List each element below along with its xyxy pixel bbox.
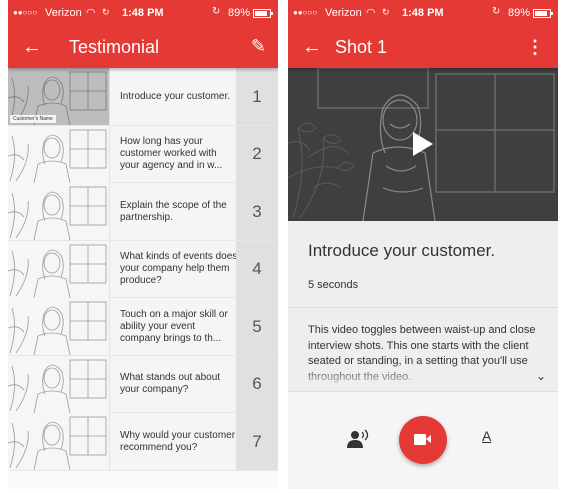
page-title: Testimonial: [69, 37, 160, 57]
sketch-thumbnail-image: [8, 183, 109, 240]
shot-thumbnail: [8, 183, 110, 240]
shot-prompt: How long has your customer worked with y…: [120, 126, 238, 183]
carrier-label: Verizon: [325, 7, 362, 19]
status-bar: ●●○○○ Verizon ◠ ↻ 1:48 PM ↻ 89%: [8, 0, 278, 28]
signal-icon: ●●○○○: [293, 8, 318, 17]
testimonial-screen: ●●○○○ Verizon ◠ ↻ 1:48 PM ↻ 89% ← Testim…: [8, 0, 278, 489]
shot-title: Introduce your customer.: [308, 241, 496, 260]
status-time: 1:48 PM: [122, 7, 164, 19]
shot-prompt: What kinds of events does your company h…: [120, 241, 238, 298]
shot-number: 5: [236, 298, 278, 355]
shot-duration: 5 seconds: [308, 279, 359, 291]
shot-list-item[interactable]: Explain the scope of the partnership. 3: [8, 183, 278, 241]
shot-number: 4: [236, 240, 278, 298]
signal-icon: ●●○○○: [13, 8, 38, 17]
shot-thumbnail: [8, 355, 110, 413]
shot-prompt: Why would your customer recommend you?: [120, 413, 238, 470]
description-fade: [288, 365, 558, 391]
shot-prompt-text: Touch on a major skill or ability your e…: [120, 308, 228, 344]
shot-thumbnail: [8, 125, 110, 183]
shot-prompt: Introduce your customer.: [120, 68, 238, 125]
sketch-thumbnail-image: [8, 355, 109, 413]
thumbnail-caption: Customer's Name: [10, 115, 56, 123]
wifi-icon: ◠: [86, 7, 96, 19]
status-bar: ●●○○○ Verizon ◠ ↻ 1:48 PM ↻ 89%: [288, 0, 558, 28]
shot-detail-panel: Introduce your customer. 5 seconds This …: [288, 221, 558, 391]
wifi-icon: ◠: [366, 7, 376, 19]
sketch-thumbnail-image: [8, 413, 109, 470]
shot-number: 6: [236, 355, 278, 413]
app-bar: ← Testimonial ✎: [8, 28, 278, 68]
battery-percent: 89%: [508, 7, 531, 19]
shot-number: 2: [236, 125, 278, 183]
shot-detail-screen: ●●○○○ Verizon ◠ ↻ 1:48 PM ↻ 89% ← Shot 1…: [288, 0, 558, 489]
shot-number: 1: [236, 68, 278, 125]
record-video-button[interactable]: [399, 416, 447, 464]
battery-icon: [533, 9, 553, 18]
voiceover-icon[interactable]: [347, 429, 369, 449]
divider: [288, 307, 558, 308]
back-arrow-icon[interactable]: ←: [22, 36, 42, 58]
shot-prompt: What stands out about your company?: [120, 356, 238, 413]
carrier-label: Verizon: [45, 7, 82, 19]
sync-icon: ↻: [382, 7, 390, 17]
back-arrow-icon[interactable]: ←: [302, 36, 322, 58]
shot-prompt: Explain the scope of the partnership.: [120, 183, 238, 240]
shot-prompt-text: What kinds of events does your company h…: [120, 251, 238, 286]
shot-prompt-text: Explain the scope of the partnership.: [120, 199, 227, 223]
shot-thumbnail: [8, 413, 110, 470]
shot-list-item[interactable]: What kinds of events does your company h…: [8, 240, 278, 298]
sketch-thumbnail-image: [8, 298, 109, 355]
videocam-icon: [414, 434, 431, 445]
status-time: 1:48 PM: [402, 7, 444, 19]
shot-prompt: Touch on a major skill or ability your e…: [120, 298, 238, 355]
shot-thumbnail: Customer's Name: [8, 68, 110, 125]
rotation-lock-icon: ↻: [212, 6, 221, 17]
more-options-icon[interactable]: ⋮: [526, 36, 544, 58]
chevron-down-icon[interactable]: ⌄: [536, 369, 546, 383]
shot-list-item[interactable]: What stands out about your company? 6: [8, 355, 278, 413]
edit-pencil-icon[interactable]: ✎: [251, 36, 266, 57]
play-icon[interactable]: [413, 132, 433, 156]
shot-list-item[interactable]: How long has your customer worked with y…: [8, 125, 278, 183]
bottom-action-bar: A: [288, 391, 558, 489]
app-bar: ← Shot 1 ⋮: [288, 28, 558, 68]
battery-percent: 89%: [228, 7, 251, 19]
shot-prompt-text: Why would your customer recommend you?: [120, 429, 236, 453]
page-title: Shot 1: [335, 37, 388, 57]
shot-prompt-text: Introduce your customer.: [120, 90, 231, 102]
shot-list-item[interactable]: Customer's Name Introduce your customer. 1: [8, 68, 278, 126]
shot-thumbnail: [8, 298, 110, 355]
sketch-thumbnail-image: [8, 125, 109, 183]
shot-list-item[interactable]: Why would your customer recommend you? 7: [8, 413, 278, 471]
rotation-lock-icon: ↻: [492, 6, 501, 17]
shot-number: 3: [236, 183, 278, 240]
battery-icon: [253, 9, 273, 18]
shot-thumbnail: [8, 240, 110, 298]
text-overlay-icon[interactable]: A: [482, 428, 491, 444]
shot-prompt-text: What stands out about your company?: [120, 372, 221, 395]
video-preview[interactable]: [288, 68, 558, 221]
shot-list-item[interactable]: Touch on a major skill or ability your e…: [8, 298, 278, 356]
sketch-thumbnail-image: [8, 240, 109, 298]
shot-prompt-text: How long has your customer worked with y…: [120, 136, 223, 171]
sync-icon: ↻: [102, 7, 110, 17]
shot-number: 7: [236, 413, 278, 470]
shot-list: Customer's Name Introduce your customer. 1…: [8, 68, 278, 489]
